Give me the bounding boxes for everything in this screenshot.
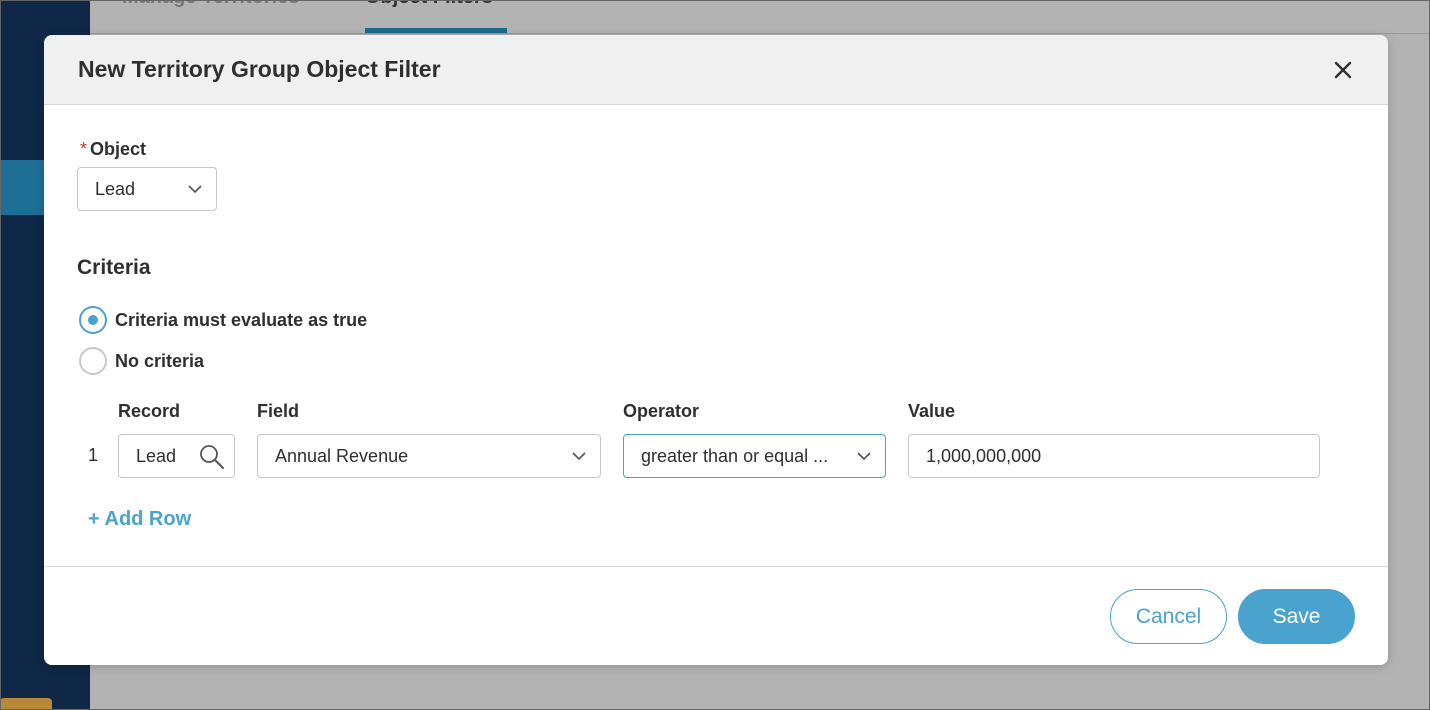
- chevron-down-icon: [857, 452, 871, 461]
- record-lookup-input[interactable]: Lead: [118, 434, 235, 478]
- object-field-label: * Object: [80, 139, 146, 160]
- object-select-value: Lead: [95, 178, 136, 199]
- cancel-button[interactable]: Cancel: [1110, 589, 1227, 644]
- column-header-record: Record: [118, 401, 181, 421]
- value-input[interactable]: 1,000,000,000: [908, 434, 1320, 478]
- field-select[interactable]: Annual Revenue: [257, 434, 601, 478]
- tab-object-filters[interactable]: Object Filters: [365, 0, 493, 9]
- app-tab-bar: Manage Territories Object Filters: [90, 0, 1430, 34]
- column-header-operator: Operator: [623, 401, 700, 421]
- operator-select-value: greater than or equal ...: [641, 445, 829, 466]
- tab-manage-territories[interactable]: Manage Territories: [122, 0, 299, 9]
- record-value: Lead: [136, 445, 177, 466]
- object-label-text: Object: [90, 139, 147, 159]
- criteria-row-number: 1: [88, 445, 99, 465]
- required-marker: *: [80, 139, 88, 159]
- radio-label: Criteria must evaluate as true: [115, 309, 368, 330]
- field-select-value: Annual Revenue: [275, 445, 409, 466]
- active-tab-indicator: [365, 28, 507, 33]
- radio-checked-icon[interactable]: [79, 306, 107, 334]
- modal-header: New Territory Group Object Filter: [44, 35, 1388, 105]
- radio-label: No criteria: [115, 350, 205, 371]
- column-header-field: Field: [257, 401, 300, 421]
- radio-no-criteria[interactable]: No criteria: [79, 347, 204, 375]
- value-input-text: 1,000,000,000: [926, 445, 1042, 466]
- criteria-heading: Criteria: [77, 256, 151, 279]
- radio-unchecked-icon[interactable]: [79, 347, 107, 375]
- radio-criteria-true[interactable]: Criteria must evaluate as true: [79, 306, 367, 334]
- add-row-button[interactable]: + Add Row: [88, 508, 191, 531]
- chevron-down-icon: [572, 452, 586, 461]
- object-select[interactable]: Lead: [77, 167, 217, 211]
- close-icon: [1334, 61, 1352, 79]
- operator-select[interactable]: greater than or equal ...: [623, 434, 886, 478]
- chevron-down-icon: [188, 185, 202, 194]
- column-header-value: Value: [908, 401, 956, 421]
- modal-footer: Cancel Save: [44, 566, 1388, 665]
- save-button[interactable]: Save: [1238, 589, 1355, 644]
- object-filter-modal: New Territory Group Object Filter * Objec…: [44, 35, 1388, 665]
- close-button[interactable]: [1328, 55, 1358, 85]
- sidebar-active-item: [0, 160, 44, 215]
- search-icon[interactable]: [198, 443, 226, 471]
- modal-title: New Territory Group Object Filter: [78, 56, 441, 82]
- sidebar-badge: [0, 698, 52, 710]
